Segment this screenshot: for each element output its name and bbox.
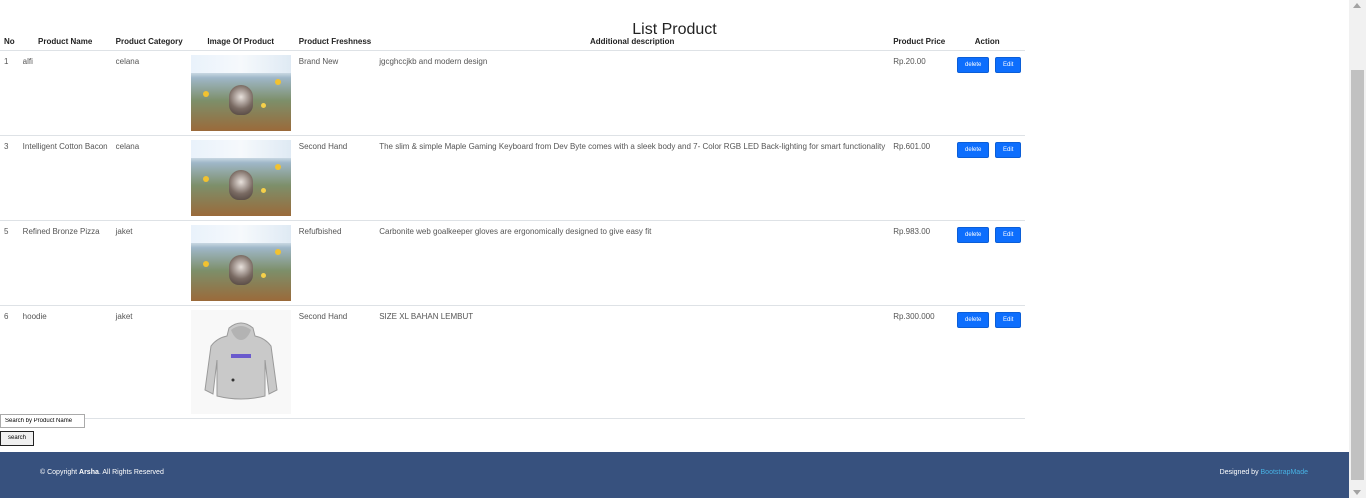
header-product-name: Product Name (18, 32, 112, 51)
search-button[interactable]: search (0, 431, 34, 446)
header-price: Product Price (889, 32, 950, 51)
header-description: Additional description (375, 32, 890, 51)
cell-price: Rp.983.00 (889, 220, 950, 306)
cell-image (186, 135, 295, 221)
cell-price: Rp.300.000 (889, 305, 950, 419)
cell-action: delete Edit (949, 135, 1026, 221)
table-row: 1 alfi celana Brand New jgcghccjkb and m… (0, 50, 1026, 136)
copyright-prefix: © Copyright (40, 469, 80, 476)
header-freshness: Product Freshness (294, 32, 376, 51)
cell-description: Carbonite web goalkeeper gloves are ergo… (375, 220, 890, 306)
cell-price: Rp.601.00 (889, 135, 950, 221)
scrollbar-thumb[interactable] (1351, 70, 1364, 480)
product-image (190, 55, 291, 131)
cell-product-name: Intelligent Cotton Bacon (18, 135, 112, 221)
cell-no: 5 (0, 220, 19, 306)
designed-by-label: Designed by (1219, 469, 1261, 476)
cell-no: 1 (0, 50, 19, 136)
delete-button[interactable]: delete (957, 227, 990, 243)
cell-action: delete Edit (949, 305, 1026, 419)
table-header-row: No Product Name Product Category Image O… (0, 32, 1026, 51)
designer-link[interactable]: BootstrapMade (1261, 469, 1308, 476)
cell-action: delete Edit (949, 220, 1026, 306)
header-action: Action (949, 32, 1026, 51)
table-row: 6 hoodie jaket Second Hand SIZE XL BAHAN… (0, 305, 1026, 419)
cell-no: 3 (0, 135, 19, 221)
cell-description: The slim & simple Maple Gaming Keyboard … (375, 135, 890, 221)
edit-button[interactable]: Edit (995, 57, 1022, 73)
cell-description: SIZE XL BAHAN LEMBUT (375, 305, 890, 419)
header-no: No (0, 32, 19, 51)
page: List Product No Product Name Product Cat… (0, 0, 1349, 498)
footer: © Copyright Arsha. All Rights Reserved D… (0, 452, 1349, 498)
copyright-text: © Copyright Arsha. All Rights Reserved (40, 469, 164, 476)
edit-button[interactable]: Edit (995, 227, 1022, 243)
product-table: No Product Name Product Category Image O… (0, 32, 1026, 419)
product-image (190, 310, 291, 414)
product-image (190, 225, 291, 301)
cell-category: jaket (111, 305, 187, 419)
cell-no: 6 (0, 305, 19, 419)
header-product-category: Product Category (111, 32, 187, 51)
cell-product-name: alfi (18, 50, 112, 136)
brand-name: Arsha (79, 469, 99, 476)
copyright-suffix: . All Rights Reserved (98, 469, 164, 476)
delete-button[interactable]: delete (957, 312, 990, 328)
search-input[interactable] (0, 414, 85, 428)
delete-button[interactable]: delete (957, 142, 990, 158)
cell-description: jgcghccjkb and modern design (375, 50, 890, 136)
product-image (190, 140, 291, 216)
cell-freshness: Refufbished (294, 220, 376, 306)
vertical-scrollbar[interactable] (1349, 0, 1366, 498)
cell-product-name: Refined Bronze Pizza (18, 220, 112, 306)
edit-button[interactable]: Edit (995, 312, 1022, 328)
cell-freshness: Second Hand (294, 135, 376, 221)
table-row: 3 Intelligent Cotton Bacon celana Second… (0, 135, 1026, 221)
cell-image (186, 305, 295, 419)
scroll-up-arrow-icon[interactable] (1353, 3, 1361, 8)
cell-price: Rp.20.00 (889, 50, 950, 136)
cell-freshness: Second Hand (294, 305, 376, 419)
header-image: Image Of Product (186, 32, 295, 51)
cell-category: celana (111, 50, 187, 136)
cell-freshness: Brand New (294, 50, 376, 136)
cell-image (186, 220, 295, 306)
cell-category: celana (111, 135, 187, 221)
table-row: 5 Refined Bronze Pizza jaket Refufbished… (0, 220, 1026, 306)
scroll-down-arrow-icon[interactable] (1353, 490, 1361, 495)
credits: Designed by BootstrapMade (1220, 469, 1308, 476)
edit-button[interactable]: Edit (995, 142, 1022, 158)
cell-image (186, 50, 295, 136)
search-form: search (0, 414, 85, 446)
delete-button[interactable]: delete (957, 57, 990, 73)
cell-category: jaket (111, 220, 187, 306)
cell-product-name: hoodie (18, 305, 112, 419)
cell-action: delete Edit (949, 50, 1026, 136)
